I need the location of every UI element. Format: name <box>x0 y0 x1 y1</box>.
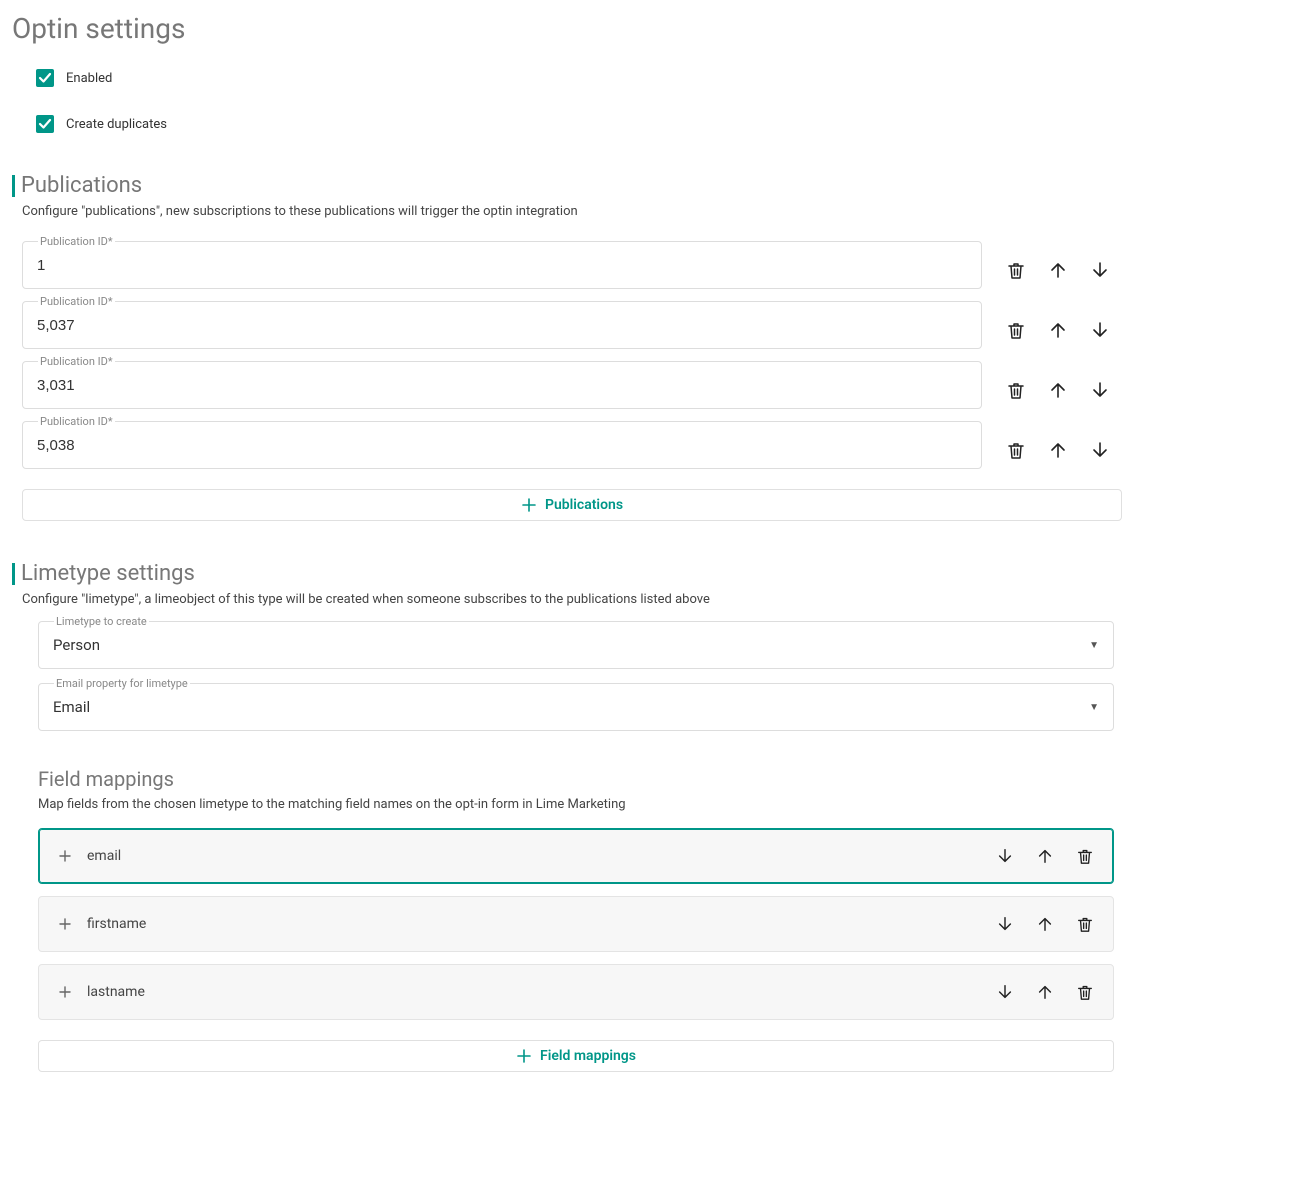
add-publication-label: Publications <box>545 497 623 513</box>
create-duplicates-checkbox-row[interactable]: Create duplicates <box>36 115 1288 133</box>
publication-id-input[interactable] <box>22 241 982 289</box>
enabled-checkbox-row[interactable]: Enabled <box>36 69 1288 87</box>
check-icon <box>36 115 54 133</box>
chevron-down-icon: ▼ <box>1089 702 1099 713</box>
expand-icon[interactable] <box>57 848 73 864</box>
move-down-icon <box>1090 440 1110 460</box>
add-field-mapping-button[interactable]: Field mappings <box>38 1040 1114 1072</box>
expand-icon[interactable] <box>57 916 73 932</box>
move-up-icon <box>1048 260 1068 280</box>
limetype-section-title: Limetype settings <box>12 561 1288 586</box>
limetype-heading: Limetype settings <box>21 561 195 586</box>
limetype-create-label: Limetype to create <box>54 615 149 628</box>
publication-id-label: Publication ID* <box>38 355 115 368</box>
limetype-create-select[interactable]: Limetype to create Person ▼ <box>38 621 1114 669</box>
chevron-down-icon: ▼ <box>1089 640 1099 651</box>
move-down-icon[interactable] <box>1090 260 1110 280</box>
move-up-icon[interactable] <box>1035 982 1055 1002</box>
add-publication-button[interactable]: Publications <box>22 489 1122 521</box>
delete-icon[interactable] <box>1006 440 1026 460</box>
move-up-icon[interactable] <box>1035 914 1055 934</box>
publication-row: Publication ID* <box>22 409 1288 469</box>
delete-icon[interactable] <box>1075 914 1095 934</box>
page-title: Optin settings <box>12 12 1288 45</box>
delete-icon[interactable] <box>1006 320 1026 340</box>
duplicates-label: Create duplicates <box>66 117 167 132</box>
add-field-mapping-label: Field mappings <box>540 1048 636 1064</box>
publications-heading: Publications <box>21 173 142 198</box>
publication-id-input[interactable] <box>22 361 982 409</box>
expand-icon[interactable] <box>57 984 73 1000</box>
move-up-icon[interactable] <box>1048 440 1068 460</box>
publication-row: Publication ID* <box>22 289 1288 349</box>
publication-row: Publication ID* <box>22 349 1288 409</box>
publication-id-input[interactable] <box>22 421 982 469</box>
delete-icon[interactable] <box>1075 846 1095 866</box>
limetype-email-prop-value: Email <box>53 698 90 716</box>
field-mapping-panel[interactable]: firstname <box>38 896 1114 952</box>
move-up-icon[interactable] <box>1048 320 1068 340</box>
mapping-name: firstname <box>87 916 146 932</box>
delete-icon[interactable] <box>1006 380 1026 400</box>
move-down-icon[interactable] <box>1090 380 1110 400</box>
mapping-name: email <box>87 848 121 864</box>
publication-id-label: Publication ID* <box>38 235 115 248</box>
section-accent-bar <box>12 563 15 585</box>
limetype-create-value: Person <box>53 636 100 654</box>
check-icon <box>36 69 54 87</box>
section-accent-bar <box>12 175 15 197</box>
move-down-icon[interactable] <box>995 914 1015 934</box>
delete-icon[interactable] <box>1006 260 1026 280</box>
field-mappings-heading: Field mappings <box>38 767 1288 791</box>
publications-desc: Configure "publications", new subscripti… <box>22 204 1288 219</box>
limetype-desc: Configure "limetype", a limeobject of th… <box>22 592 1288 607</box>
mapping-name: lastname <box>87 984 145 1000</box>
limetype-email-prop-select[interactable]: Email property for limetype Email ▼ <box>38 683 1114 731</box>
publication-id-input[interactable] <box>22 301 982 349</box>
field-mapping-panel[interactable]: lastname <box>38 964 1114 1020</box>
move-up-icon[interactable] <box>1048 380 1068 400</box>
move-up-icon <box>1035 846 1055 866</box>
limetype-email-prop-label: Email property for limetype <box>54 677 190 690</box>
move-down-icon[interactable] <box>1090 320 1110 340</box>
publication-id-label: Publication ID* <box>38 295 115 308</box>
enabled-label: Enabled <box>66 71 112 86</box>
delete-icon[interactable] <box>1075 982 1095 1002</box>
move-down-icon[interactable] <box>995 846 1015 866</box>
field-mapping-panel[interactable]: email <box>38 828 1114 884</box>
field-mappings-desc: Map fields from the chosen limetype to t… <box>38 797 1288 812</box>
publication-id-label: Publication ID* <box>38 415 115 428</box>
publications-section-title: Publications <box>12 173 1288 198</box>
move-down-icon <box>995 982 1015 1002</box>
publication-row: Publication ID* <box>22 229 1288 289</box>
